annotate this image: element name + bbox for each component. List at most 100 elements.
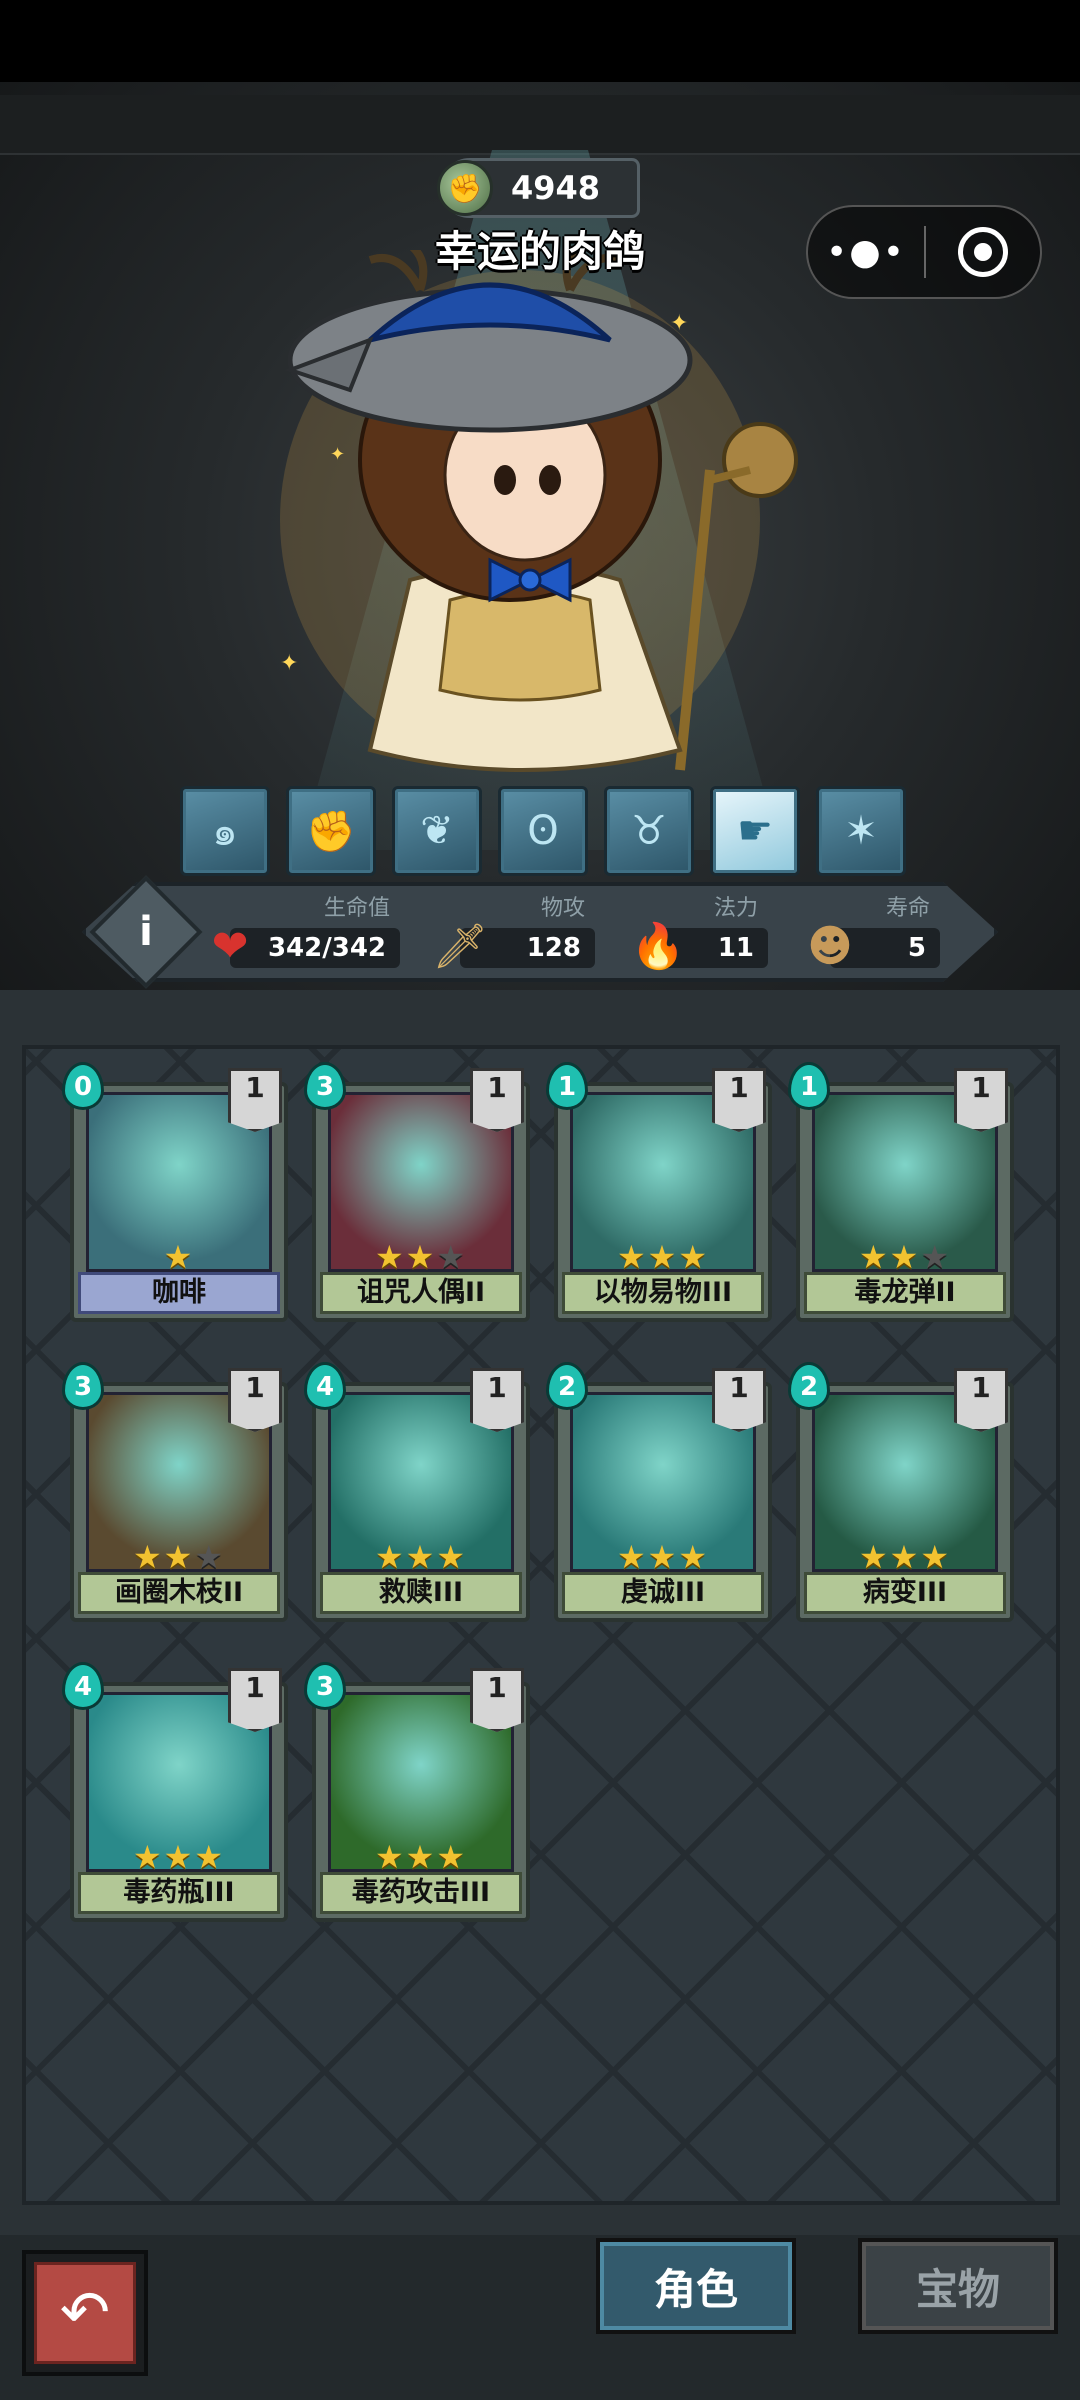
star-icon: ★ [374, 1538, 406, 1576]
card-cost-badge: 3 [62, 1362, 104, 1410]
skill-card[interactable]: ★★★ 虔诚III 2 1 [546, 1362, 772, 1624]
muscle-icon[interactable]: ♉ [604, 786, 694, 876]
star-icon: ★ [163, 1238, 195, 1276]
currency-value: 4948 [511, 169, 601, 207]
card-cost-badge: 4 [62, 1662, 104, 1710]
svg-text:✦: ✦ [330, 444, 345, 465]
card-stars: ★★★ [312, 1238, 530, 1276]
card-stars: ★★★ [312, 1838, 530, 1876]
star-icon: ★ [132, 1838, 164, 1876]
card-level-badge: 1 [712, 1068, 766, 1132]
card-stars: ★★★ [70, 1538, 288, 1576]
star-icon: ★ [920, 1538, 952, 1576]
card-stars: ★★★ [796, 1238, 1014, 1276]
star-icon: ★ [889, 1538, 921, 1576]
card-cost-badge: 1 [546, 1062, 588, 1110]
swirl-icon[interactable]: ๑ [180, 786, 270, 876]
stat-lifespan: 寿命 ☻ 5 [800, 890, 940, 980]
star-icon: ★ [436, 1238, 468, 1276]
card-level-badge: 1 [470, 1068, 524, 1132]
status-bar [0, 0, 1080, 82]
skill-icon-row: ๑ ✊ ❦ ʘ ♉ ☛ ✶ [180, 786, 906, 876]
card-cost-badge: 1 [788, 1062, 830, 1110]
card-name: 以物易物III [562, 1272, 764, 1314]
more-dots-icon[interactable]: •●• [808, 232, 924, 273]
spiral-icon[interactable]: ʘ [498, 786, 588, 876]
card-cost-badge: 2 [546, 1362, 588, 1410]
card-level-badge: 1 [470, 1368, 524, 1432]
card-cost-badge: 3 [304, 1062, 346, 1110]
card-cost-badge: 0 [62, 1062, 104, 1110]
currency-badge: ✊ 4948 [437, 158, 640, 218]
card-name: 咖啡 [78, 1272, 280, 1314]
background-beam [0, 95, 1080, 155]
fist-icon[interactable]: ✊ [286, 786, 376, 876]
card-name: 毒龙弹II [804, 1272, 1006, 1314]
card-level-badge: 1 [470, 1668, 524, 1732]
skill-card[interactable]: ★★★ 诅咒人偶II 3 1 [304, 1062, 530, 1324]
stat-mana: 法力 🔥 11 [628, 890, 768, 980]
card-level-badge: 1 [228, 1068, 282, 1132]
leaf-icon[interactable]: ❦ [392, 786, 482, 876]
card-level-badge: 1 [954, 1368, 1008, 1432]
card-stars: ★★★ [312, 1538, 530, 1576]
explorer-icon: ☻ [807, 920, 853, 972]
card-stars: ★ [70, 1238, 288, 1276]
back-button[interactable]: ↶ [22, 2250, 148, 2376]
skill-card[interactable]: ★★★ 以物易物III 1 1 [546, 1062, 772, 1324]
character-illustration: ✦ ✦ ✦ [280, 250, 798, 772]
stat-attack: 物攻 🗡 128 [430, 890, 595, 980]
skill-card[interactable]: ★ 咖啡 0 1 [62, 1062, 288, 1324]
skill-card[interactable]: ★★★ 毒药瓶III 4 1 [62, 1662, 288, 1924]
skill-card[interactable]: ★★★ 毒药攻击III 3 1 [304, 1662, 530, 1924]
return-arrow-icon: ↶ [34, 2262, 136, 2364]
card-stars: ★★★ [796, 1538, 1014, 1576]
star-icon: ★ [405, 1238, 437, 1276]
star-icon: ★ [374, 1238, 406, 1276]
card-name: 画圈木枝II [78, 1572, 280, 1614]
tab-treasure[interactable]: 宝物 [858, 2238, 1058, 2334]
star-icon: ★ [678, 1238, 710, 1276]
target-close-icon[interactable] [926, 227, 1040, 277]
attack-label: 物攻 [540, 896, 585, 921]
pointing-hand-icon[interactable]: ☛ [710, 786, 800, 876]
info-icon: i [139, 909, 153, 955]
card-cost-badge: 3 [304, 1662, 346, 1710]
star-icon: ★ [132, 1538, 164, 1576]
star-icon: ★ [374, 1838, 406, 1876]
svg-text:✦: ✦ [670, 311, 688, 336]
star-icon: ★ [194, 1538, 226, 1576]
claw-icon[interactable]: ✶ [816, 786, 906, 876]
card-name: 毒药瓶III [78, 1872, 280, 1914]
star-icon: ★ [647, 1538, 679, 1576]
card-name: 毒药攻击III [320, 1872, 522, 1914]
card-name: 诅咒人偶II [320, 1272, 522, 1314]
hp-label: 生命值 [323, 896, 390, 921]
star-icon: ★ [194, 1838, 226, 1876]
card-cost-badge: 2 [788, 1362, 830, 1410]
star-icon: ★ [858, 1238, 890, 1276]
card-stars: ★★★ [554, 1538, 772, 1576]
star-icon: ★ [436, 1838, 468, 1876]
svg-text:✦: ✦ [280, 651, 298, 676]
skill-card[interactable]: ★★★ 画圈木枝II 3 1 [62, 1362, 288, 1624]
green-fist-coin-icon: ✊ [437, 160, 493, 216]
miniprogram-capsule: •●• [806, 205, 1042, 299]
skill-card[interactable]: ★★★ 病变III 2 1 [788, 1362, 1014, 1624]
sword-icon: 🗡 [432, 921, 488, 972]
star-icon: ★ [678, 1538, 710, 1576]
skill-card[interactable]: ★★★ 毒龙弹II 1 1 [788, 1062, 1014, 1324]
star-icon: ★ [889, 1238, 921, 1276]
star-icon: ★ [163, 1838, 195, 1876]
card-cost-badge: 4 [304, 1362, 346, 1410]
card-level-badge: 1 [228, 1368, 282, 1432]
tab-role[interactable]: 角色 [596, 2238, 796, 2334]
card-level-badge: 1 [954, 1068, 1008, 1132]
card-level-badge: 1 [712, 1368, 766, 1432]
star-icon: ★ [405, 1838, 437, 1876]
star-icon: ★ [920, 1238, 952, 1276]
blue-flame-icon: 🔥 [630, 921, 686, 972]
skill-card[interactable]: ★★★ 救赎III 4 1 [304, 1362, 530, 1624]
star-icon: ★ [647, 1238, 679, 1276]
heart-icon: ❤ [211, 920, 249, 972]
